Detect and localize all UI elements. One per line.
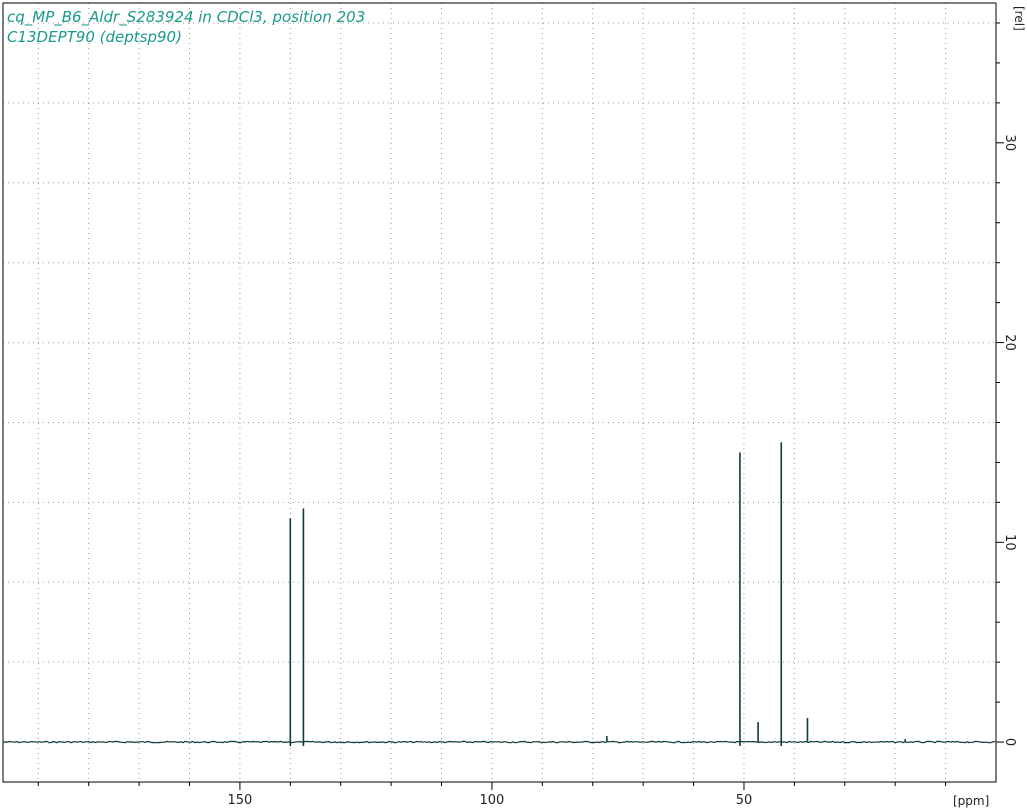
x-tick-label: 50 xyxy=(736,793,753,808)
x-tick-label: 100 xyxy=(480,793,505,808)
y-axis-unit-label: [rel] xyxy=(1012,6,1026,31)
spectrum-chart: 150 100 50 0 10 20 30 cq_MP_B6_Aldr_S283924 in… xyxy=(2,2,1026,808)
y-tick-label: 30 xyxy=(1002,135,1017,152)
x-tick-label: 150 xyxy=(227,793,252,808)
chart-subtitle: C13DEPT90 (deptsp90) xyxy=(7,28,182,46)
label-layer: 150 100 50 0 10 20 30 xyxy=(227,135,1017,808)
grid-layer xyxy=(3,3,996,782)
chart-title: cq_MP_B6_Aldr_S283924 in CDCl3, position… xyxy=(7,8,365,27)
tick-layer xyxy=(37,22,1004,790)
y-tick-label: 20 xyxy=(1002,334,1017,351)
peak-layer xyxy=(289,442,907,747)
y-tick-label: 0 xyxy=(1002,738,1017,746)
x-axis-unit-label: [ppm] xyxy=(953,794,989,808)
plot-frame xyxy=(2,2,997,783)
y-tick-label: 10 xyxy=(1002,534,1017,551)
